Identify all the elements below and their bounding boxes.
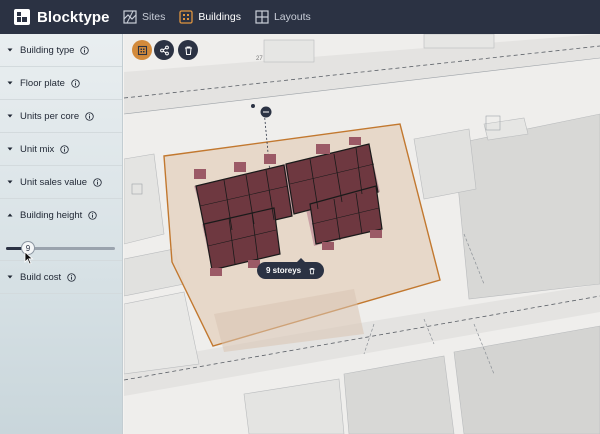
section-building-type[interactable]: Building type bbox=[0, 34, 122, 67]
top-bar: Blocktype Sites Buildings Layouts bbox=[0, 0, 600, 34]
map-base: 27 bbox=[124, 34, 600, 434]
share-icon bbox=[159, 45, 169, 55]
nav-layouts-label: Layouts bbox=[273, 11, 311, 23]
section-units-per-core[interactable]: Units per core bbox=[0, 100, 122, 133]
main-nav: Sites Buildings Layouts bbox=[123, 10, 325, 24]
section-label: Building type bbox=[20, 44, 75, 56]
share-button[interactable] bbox=[154, 40, 174, 60]
trash-icon[interactable] bbox=[308, 267, 316, 275]
info-icon[interactable] bbox=[85, 111, 94, 121]
map-canvas[interactable]: 27 9 storeys bbox=[124, 34, 600, 434]
chevron-down-icon bbox=[7, 48, 13, 52]
chevron-down-icon bbox=[7, 114, 13, 118]
section-label: Building height bbox=[20, 209, 83, 221]
info-icon[interactable] bbox=[60, 144, 69, 154]
app-name: Blocktype bbox=[37, 8, 110, 26]
building-icon bbox=[137, 45, 147, 55]
buildings-icon bbox=[179, 10, 193, 24]
chevron-down-icon bbox=[7, 180, 13, 184]
nav-sites-label: Sites bbox=[142, 11, 166, 23]
section-building-height[interactable]: Building height bbox=[0, 199, 122, 231]
storeys-popup[interactable]: 9 storeys bbox=[257, 258, 325, 279]
info-icon[interactable] bbox=[67, 272, 76, 282]
map-icon bbox=[123, 10, 137, 24]
brand[interactable]: Blocktype bbox=[13, 8, 123, 26]
nav-sites[interactable]: Sites bbox=[123, 10, 165, 24]
chevron-down-icon bbox=[7, 81, 13, 85]
delete-button[interactable] bbox=[178, 40, 198, 60]
section-label: Unit mix bbox=[20, 143, 55, 155]
info-icon[interactable] bbox=[80, 45, 90, 55]
section-label: Floor plate bbox=[20, 77, 65, 89]
storeys-label: 9 storeys bbox=[266, 266, 302, 275]
section-build-cost[interactable]: Build cost bbox=[0, 261, 122, 294]
blocktype-logo-icon bbox=[14, 9, 30, 25]
info-icon[interactable] bbox=[71, 78, 80, 88]
nav-layouts[interactable]: Layouts bbox=[255, 10, 311, 24]
chevron-up-icon bbox=[7, 213, 13, 217]
building-tool-button[interactable] bbox=[132, 40, 152, 60]
nav-buildings[interactable]: Buildings bbox=[179, 10, 241, 24]
info-icon[interactable] bbox=[93, 177, 102, 187]
section-unit-sales-value[interactable]: Unit sales value bbox=[0, 166, 122, 199]
settings-sidebar: Building type Floor plate Units per core… bbox=[0, 34, 123, 434]
chevron-down-icon bbox=[7, 275, 13, 279]
section-floor-plate[interactable]: Floor plate bbox=[0, 67, 122, 100]
section-label: Unit sales value bbox=[20, 176, 88, 188]
section-label: Build cost bbox=[20, 271, 62, 283]
street-number-label: 27 bbox=[256, 56, 263, 62]
info-icon[interactable] bbox=[88, 210, 98, 220]
section-label: Units per core bbox=[20, 110, 80, 122]
trash-icon bbox=[184, 46, 192, 55]
section-unit-mix[interactable]: Unit mix bbox=[0, 133, 122, 166]
building-height-slider[interactable]: 9 bbox=[0, 231, 122, 265]
chevron-down-icon bbox=[7, 147, 13, 151]
layouts-icon bbox=[255, 10, 269, 24]
nav-buildings-label: Buildings bbox=[198, 11, 241, 23]
